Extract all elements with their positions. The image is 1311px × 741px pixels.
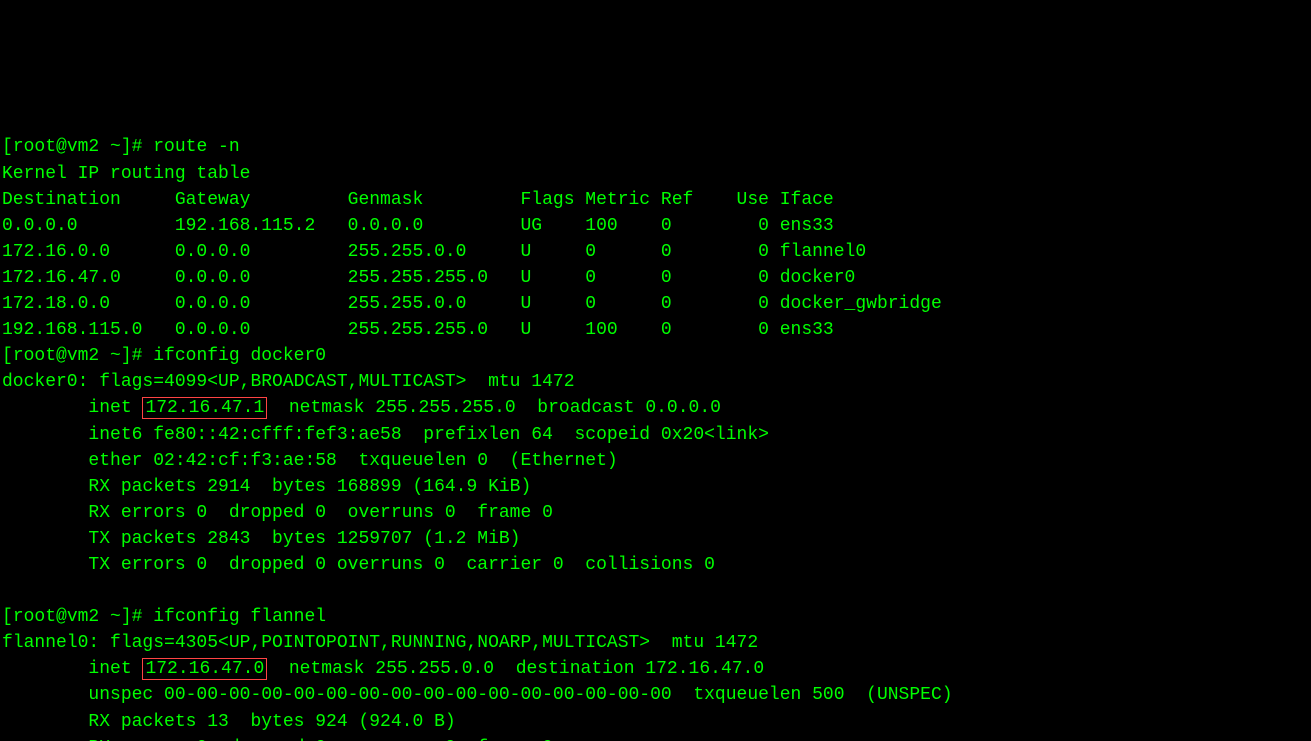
route-table-title: Kernel IP routing table bbox=[2, 164, 250, 184]
route-table-header: Destination Gateway Genmask Flags Metric… bbox=[2, 190, 834, 210]
docker0-rx-packets: RX packets 2914 bytes 168899 (164.9 KiB) bbox=[2, 477, 531, 497]
flannel0-inet-prefix: inet bbox=[2, 659, 142, 679]
prompt-bracket-close: ]# bbox=[121, 346, 153, 366]
docker0-ether: ether 02:42:cf:f3:ae:58 txqueuelen 0 (Et… bbox=[2, 451, 618, 471]
prompt-bracket-open: [ bbox=[2, 346, 13, 366]
command-route: route -n bbox=[153, 137, 239, 157]
terminal-output[interactable]: [root@vm2 ~]# route -n Kernel IP routing… bbox=[0, 130, 1311, 741]
docker0-inet-prefix: inet bbox=[2, 398, 142, 418]
docker0-inet-ip-highlight: 172.16.47.1 bbox=[142, 397, 267, 419]
prompt-bracket-close: ]# bbox=[121, 137, 153, 157]
route-row-3: 172.18.0.0 0.0.0.0 255.255.0.0 U 0 0 0 d… bbox=[2, 294, 942, 314]
docker0-inet6: inet6 fe80::42:cfff:fef3:ae58 prefixlen … bbox=[2, 425, 769, 445]
prompt-line-2: [root@vm2 ~]# ifconfig docker0 bbox=[2, 346, 326, 366]
flannel0-flags: flannel0: flags=4305<UP,POINTOPOINT,RUNN… bbox=[2, 633, 758, 653]
route-row-1: 172.16.0.0 0.0.0.0 255.255.0.0 U 0 0 0 f… bbox=[2, 242, 866, 262]
docker0-tx-errors: TX errors 0 dropped 0 overruns 0 carrier… bbox=[2, 555, 715, 575]
prompt-bracket-open: [ bbox=[2, 607, 13, 627]
docker0-inet-line: inet 172.16.47.1 netmask 255.255.255.0 b… bbox=[2, 397, 721, 419]
docker0-rx-errors: RX errors 0 dropped 0 overruns 0 frame 0 bbox=[2, 503, 553, 523]
prompt-userhost: root@vm2 ~ bbox=[13, 346, 121, 366]
flannel0-inet-suffix: netmask 255.255.0.0 destination 172.16.4… bbox=[267, 659, 764, 679]
docker0-flags: docker0: flags=4099<UP,BROADCAST,MULTICA… bbox=[2, 372, 575, 392]
prompt-userhost: root@vm2 ~ bbox=[13, 607, 121, 627]
flannel0-unspec: unspec 00-00-00-00-00-00-00-00-00-00-00-… bbox=[2, 685, 953, 705]
prompt-bracket-open: [ bbox=[2, 137, 13, 157]
docker0-inet-suffix: netmask 255.255.255.0 broadcast 0.0.0.0 bbox=[267, 398, 721, 418]
route-row-2: 172.16.47.0 0.0.0.0 255.255.255.0 U 0 0 … bbox=[2, 268, 855, 288]
prompt-line-1: [root@vm2 ~]# route -n bbox=[2, 137, 240, 157]
flannel0-inet-line: inet 172.16.47.0 netmask 255.255.0.0 des… bbox=[2, 658, 764, 680]
prompt-userhost: root@vm2 ~ bbox=[13, 137, 121, 157]
docker0-tx-packets: TX packets 2843 bytes 1259707 (1.2 MiB) bbox=[2, 529, 520, 549]
prompt-line-3: [root@vm2 ~]# ifconfig flannel bbox=[2, 607, 326, 627]
flannel0-rx-errors: RX errors 0 dropped 0 overruns 0 frame 0 bbox=[2, 738, 553, 741]
command-ifconfig-flannel: ifconfig flannel bbox=[153, 607, 326, 627]
route-row-0: 0.0.0.0 192.168.115.2 0.0.0.0 UG 100 0 0… bbox=[2, 216, 834, 236]
prompt-bracket-close: ]# bbox=[121, 607, 153, 627]
route-row-4: 192.168.115.0 0.0.0.0 255.255.255.0 U 10… bbox=[2, 320, 834, 340]
command-ifconfig-docker0: ifconfig docker0 bbox=[153, 346, 326, 366]
flannel0-inet-ip-highlight: 172.16.47.0 bbox=[142, 658, 267, 680]
